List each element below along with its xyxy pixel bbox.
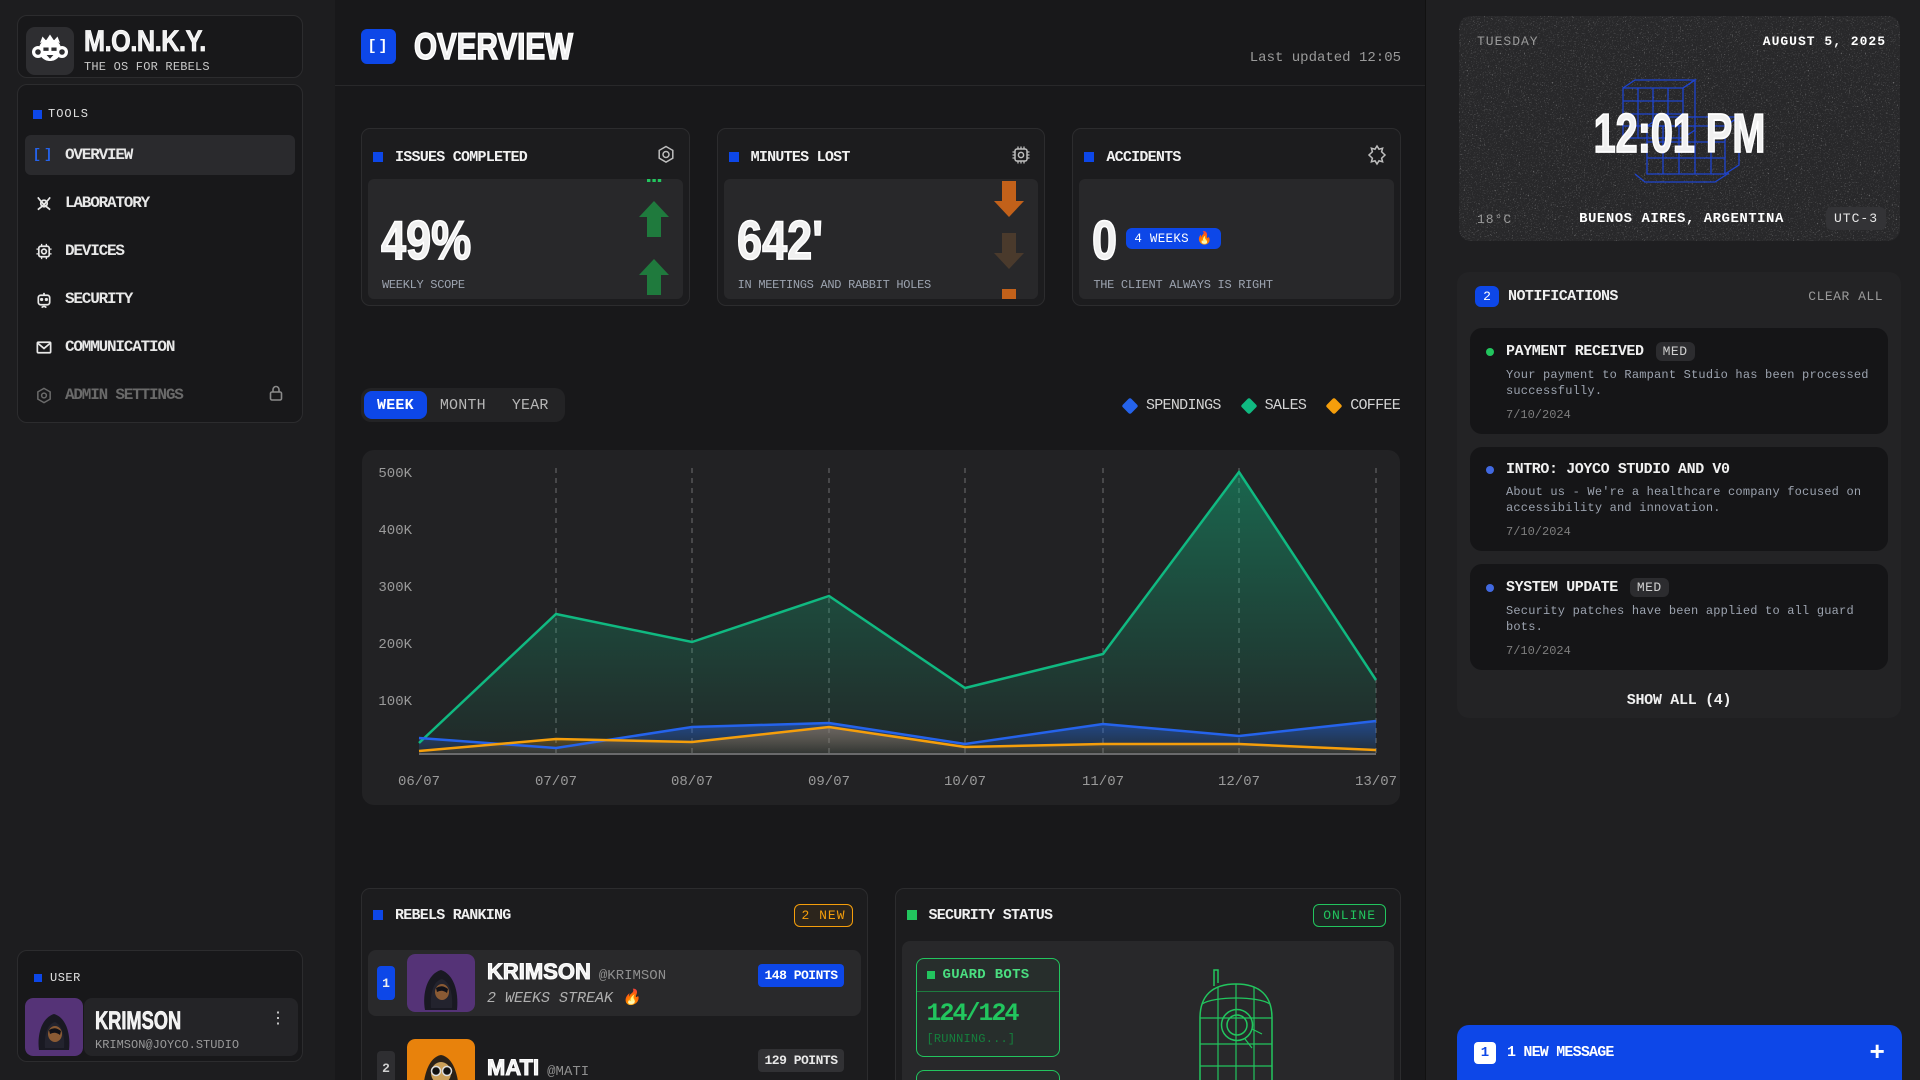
svg-text:500K: 500K xyxy=(378,466,412,482)
svg-text:400K: 400K xyxy=(378,523,412,539)
svg-text:08/07: 08/07 xyxy=(671,774,713,790)
svg-text:07/07: 07/07 xyxy=(535,774,577,790)
svg-text:13/07: 13/07 xyxy=(1355,774,1397,790)
svg-text:10/07: 10/07 xyxy=(944,774,986,790)
svg-text:300K: 300K xyxy=(378,580,412,596)
svg-text:09/07: 09/07 xyxy=(808,774,850,790)
svg-text:100K: 100K xyxy=(378,694,412,710)
svg-text:200K: 200K xyxy=(378,637,412,653)
svg-text:06/07: 06/07 xyxy=(398,774,440,790)
svg-text:12/07: 12/07 xyxy=(1218,774,1260,790)
svg-text:11/07: 11/07 xyxy=(1082,774,1124,790)
